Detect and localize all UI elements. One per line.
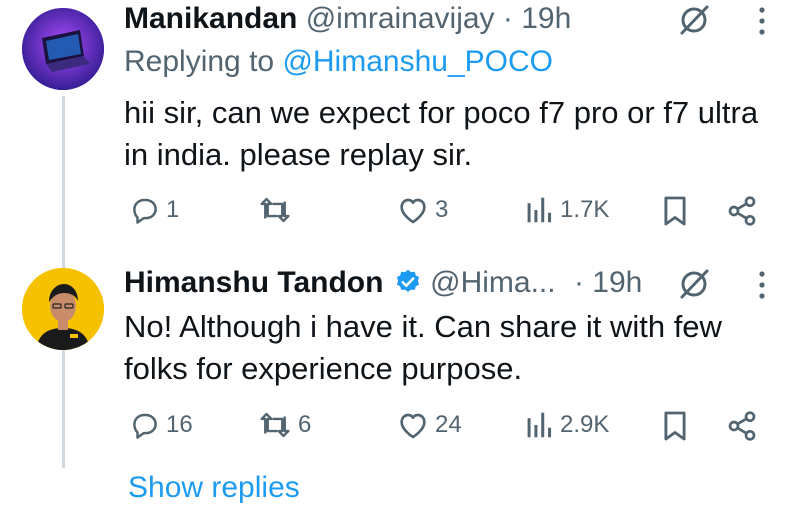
like-button[interactable]: 3: [397, 193, 448, 227]
replying-to: Replying to @Himanshu_POCO: [124, 44, 553, 80]
tweet-himanshu[interactable]: Himanshu Tandon @Hima... · 19h No! Altho…: [0, 250, 800, 483]
reply-button[interactable]: 16: [130, 408, 193, 442]
person-avatar-image: [22, 268, 104, 350]
author-handle[interactable]: @imrainavijay: [306, 2, 495, 35]
replying-to-label: Replying to: [124, 45, 275, 78]
reply-button[interactable]: 1: [130, 193, 179, 227]
avatar[interactable]: [22, 268, 104, 350]
views-count: 2.9K: [560, 411, 610, 438]
bookmark-icon[interactable]: [662, 410, 688, 447]
replying-to-handle[interactable]: @Himanshu_POCO: [282, 45, 553, 78]
tweet-header: Himanshu Tandon @Hima... · 19h: [124, 265, 642, 301]
views-button[interactable]: 2.9K: [526, 408, 609, 442]
retweet-count: 6: [298, 411, 312, 438]
retweet-button[interactable]: 6: [258, 408, 311, 442]
author-name[interactable]: Manikandan: [124, 2, 297, 35]
more-options-icon[interactable]: [758, 6, 766, 41]
grok-icon[interactable]: [676, 266, 712, 307]
reply-icon: [133, 198, 157, 224]
verified-badge-icon: [396, 269, 419, 292]
heart-icon: [400, 413, 426, 439]
retweet-icon: [260, 197, 290, 223]
views-button[interactable]: 1.7K: [526, 193, 609, 227]
like-button[interactable]: 24: [397, 408, 462, 442]
laptop-avatar-image: [22, 8, 104, 90]
author-handle[interactable]: @Hima...: [430, 266, 555, 299]
like-count: 3: [435, 196, 449, 223]
retweet-icon: [260, 412, 290, 438]
views-icon: [527, 197, 552, 223]
tweet-text: hii sir, can we expect for poco f7 pro o…: [124, 95, 759, 172]
avatar[interactable]: [22, 8, 104, 90]
separator-dot: ·: [502, 2, 513, 35]
share-icon[interactable]: [726, 410, 758, 447]
like-count: 24: [435, 411, 462, 438]
retweet-button[interactable]: [258, 193, 298, 227]
reply-icon: [133, 413, 157, 439]
reply-count: 16: [166, 411, 193, 438]
tweet-manikandan[interactable]: Manikandan @imrainavijay · 19h Replying …: [0, 0, 800, 250]
author-name[interactable]: Himanshu Tandon: [124, 266, 383, 299]
show-replies-link[interactable]: Show replies: [128, 470, 300, 506]
timestamp[interactable]: 19h: [521, 2, 571, 35]
timestamp[interactable]: 19h: [592, 266, 642, 299]
heart-icon: [400, 198, 426, 224]
views-icon: [527, 412, 552, 438]
share-icon[interactable]: [726, 195, 758, 232]
separator-dot: ·: [573, 266, 584, 299]
views-count: 1.7K: [560, 196, 610, 223]
more-options-icon[interactable]: [758, 270, 766, 305]
tweet-text: No! Although i have it. Can share it wit…: [124, 309, 722, 386]
bookmark-icon[interactable]: [662, 195, 688, 232]
tweet-header: Manikandan @imrainavijay · 19h: [124, 1, 571, 37]
grok-icon[interactable]: [676, 2, 712, 43]
reply-count: 1: [166, 196, 180, 223]
